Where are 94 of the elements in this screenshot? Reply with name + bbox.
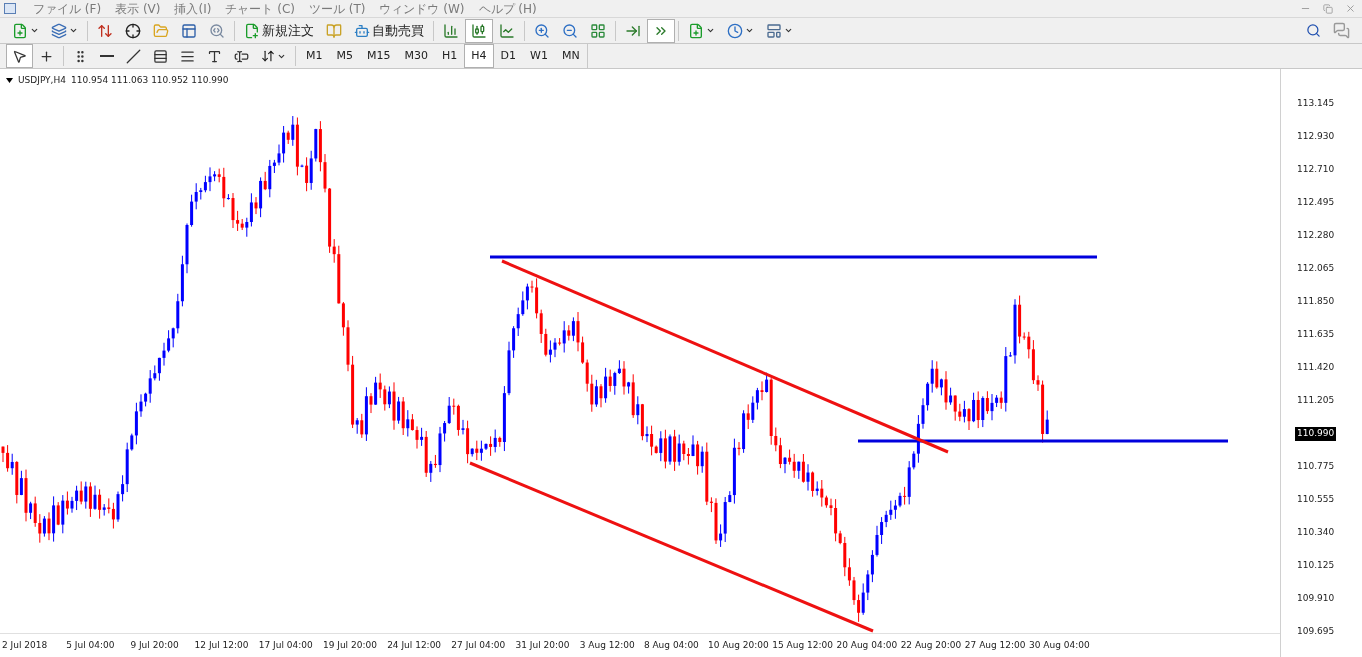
layers-icon — [51, 22, 67, 39]
time-axis-label: 3 Aug 12:00 — [578, 638, 636, 652]
time-axis-label: 15 Aug 12:00 — [771, 638, 834, 652]
new-order-button[interactable]: 新規注文 — [238, 18, 320, 43]
time-axis-label: 24 Jul 12:00 — [386, 638, 443, 652]
chart-window-icon[interactable] — [4, 3, 16, 14]
price-axis-label: 109.910 — [1297, 592, 1335, 605]
timeframe-button[interactable]: H1 — [435, 44, 465, 68]
timeframe-button[interactable]: M1 — [299, 44, 330, 68]
price-axis-label: 111.635 — [1297, 328, 1335, 341]
chart-symbol: USDJPY,H4 — [18, 74, 66, 87]
time-axis-label: 2 Jul 2018 — [1, 638, 49, 652]
bar-chart-icon — [443, 22, 459, 39]
timeframe-button[interactable]: M30 — [397, 44, 435, 68]
time-axis-label: 19 Jul 20:00 — [321, 638, 378, 652]
timeframe-button[interactable]: MN — [554, 44, 587, 68]
crosshair-icon — [125, 22, 141, 39]
time-axis-label: 9 Jul 20:00 — [129, 638, 180, 652]
text-label-icon — [234, 48, 249, 64]
caret-icon — [706, 26, 715, 35]
channel-icon — [153, 48, 168, 64]
timeframe-button[interactable]: D1 — [493, 44, 524, 68]
price-axis-label: 110.340 — [1297, 526, 1335, 539]
arrows-icon — [261, 49, 275, 63]
crosshair-icon — [39, 48, 54, 64]
magnifier-icon — [209, 22, 225, 39]
menu-item[interactable]: チャート (C) — [218, 0, 302, 18]
chart-type-button[interactable] — [465, 18, 493, 43]
time-axis-label: 30 Aug 04:00 — [1028, 638, 1091, 652]
price-axis-label: 111.420 — [1297, 361, 1335, 374]
caret-icon — [69, 26, 78, 35]
text-icon — [207, 48, 222, 64]
grid-icon — [590, 22, 606, 39]
search-icon[interactable] — [1306, 23, 1321, 38]
menu-item[interactable]: ヘルプ (H) — [471, 0, 544, 18]
timeframe-button[interactable]: M5 — [329, 44, 360, 68]
dropdown-triangle-icon[interactable] — [6, 78, 13, 84]
chart-ohlc: 110.954 111.063 110.952 110.990 — [70, 74, 229, 87]
menu-item[interactable]: ファイル (F) — [26, 0, 109, 18]
price-axis-label: 110.125 — [1297, 559, 1335, 572]
horizontal-line-icon — [100, 55, 114, 57]
price-axis-label: 112.280 — [1297, 229, 1335, 242]
zoom-out-icon — [562, 22, 578, 39]
price-axis-label: 110.775 — [1297, 460, 1335, 473]
close-icon[interactable] — [1345, 3, 1356, 14]
caret-icon — [745, 26, 754, 35]
price-axis-label: 109.695 — [1297, 625, 1335, 638]
time-axis-label: 20 Aug 04:00 — [835, 638, 899, 652]
caret-icon — [784, 26, 793, 35]
auto-trading-button[interactable]: 自動売買 — [348, 18, 430, 43]
timeframe-button[interactable]: H4 — [464, 44, 494, 68]
file-plus-icon — [244, 22, 260, 39]
panel-icon — [181, 22, 197, 39]
price-axis-label: 110.555 — [1297, 493, 1335, 506]
chart-navigation-button[interactable] — [647, 18, 675, 43]
price-axis-label: 113.145 — [1297, 97, 1335, 110]
trend-line-icon — [126, 48, 141, 64]
robot-icon — [354, 22, 370, 39]
template-icon — [766, 22, 782, 39]
chat-icon[interactable] — [1333, 22, 1350, 39]
time-axis-label: 8 Aug 04:00 — [642, 638, 700, 652]
timeframe-button[interactable]: M15 — [360, 44, 398, 68]
caret-icon — [30, 26, 39, 35]
time-axis-label: 17 Jul 04:00 — [257, 638, 314, 652]
zoom-in-icon — [534, 22, 550, 39]
current-price-label: 110.990 — [1295, 427, 1337, 441]
clock-icon — [727, 22, 743, 39]
timeframe-button[interactable]: W1 — [523, 44, 555, 68]
menu-item[interactable]: ウィンドウ (W) — [372, 0, 472, 18]
file-plus-icon — [688, 22, 704, 39]
folder-icon — [153, 22, 169, 39]
time-axis-label: 10 Aug 20:00 — [707, 638, 770, 652]
price-axis-label: 111.205 — [1297, 394, 1335, 407]
line-chart-icon — [499, 22, 515, 39]
time-axis-label: 5 Jul 04:00 — [65, 638, 116, 652]
price-axis-label: 112.710 — [1297, 163, 1335, 176]
time-axis-label: 31 Jul 20:00 — [514, 638, 571, 652]
time-axis-label: 27 Jul 04:00 — [450, 638, 507, 652]
time-axis-label: 22 Aug 20:00 — [899, 638, 963, 652]
arrows-icon — [97, 22, 113, 39]
price-axis-label: 112.930 — [1297, 130, 1335, 143]
drawing-tool-button[interactable] — [6, 44, 33, 68]
menu-item[interactable]: 表示 (V) — [108, 0, 168, 18]
price-axis-label: 112.495 — [1297, 196, 1335, 209]
candlestick-chart-icon — [471, 22, 487, 39]
price-axis-label: 112.065 — [1297, 262, 1335, 275]
time-axis-label: 27 Aug 12:00 — [963, 638, 1027, 652]
menu-item[interactable]: ツール (T) — [301, 0, 373, 18]
cursor-icon — [12, 48, 27, 64]
file-plus-icon — [12, 22, 28, 39]
time-axis-label: 12 Jul 12:00 — [193, 638, 250, 652]
price-axis-label: 111.850 — [1297, 295, 1335, 308]
book-icon — [326, 22, 342, 39]
menu-item[interactable]: 挿入(I) — [167, 0, 219, 18]
